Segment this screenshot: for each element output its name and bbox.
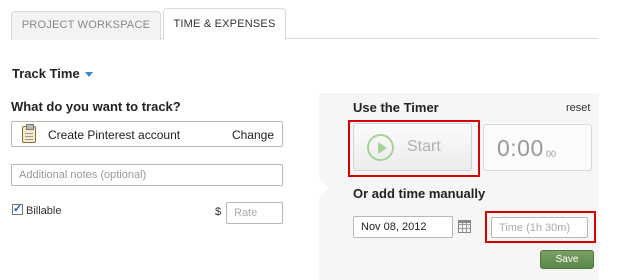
change-button[interactable]: Change — [232, 128, 274, 142]
what-to-track-label: What do you want to track? — [11, 99, 181, 114]
reset-link[interactable]: reset — [566, 102, 590, 114]
calendar-icon[interactable] — [458, 220, 471, 233]
timer-title: Use the Timer — [353, 100, 439, 115]
billable-label: Billable — [26, 205, 62, 217]
tab-bar: PROJECT WORKSPACE TIME & EXPENSES — [11, 8, 598, 40]
track-time-label: Track Time — [12, 66, 80, 81]
clipboard-icon — [22, 124, 36, 143]
project-selector[interactable]: Create Pinterest account Change — [11, 121, 283, 147]
tab-time-expenses[interactable]: TIME & EXPENSES — [163, 8, 286, 40]
caret-down-icon — [84, 72, 93, 78]
rate-input[interactable] — [226, 202, 283, 224]
start-highlight-box — [348, 120, 480, 177]
date-input[interactable] — [353, 216, 453, 238]
project-name: Create Pinterest account — [48, 128, 181, 142]
currency-symbol: $ — [215, 206, 222, 218]
tab-project-workspace[interactable]: PROJECT WORKSPACE — [11, 11, 161, 40]
track-time-dropdown[interactable]: Track Time — [12, 66, 93, 81]
panel-pointer — [319, 178, 329, 198]
manual-time-title: Or add time manually — [353, 186, 486, 201]
timer-value: 0:00 — [497, 135, 544, 161]
checkbox-checked-icon[interactable] — [12, 202, 23, 215]
billable-checkbox[interactable]: Billable — [12, 202, 62, 217]
time-highlight-box — [485, 211, 596, 243]
save-button[interactable]: Save — [540, 250, 594, 269]
timer-subvalue: 00 — [546, 149, 557, 159]
timer-display: 0:00 00 — [483, 124, 592, 171]
notes-input[interactable] — [11, 164, 283, 186]
